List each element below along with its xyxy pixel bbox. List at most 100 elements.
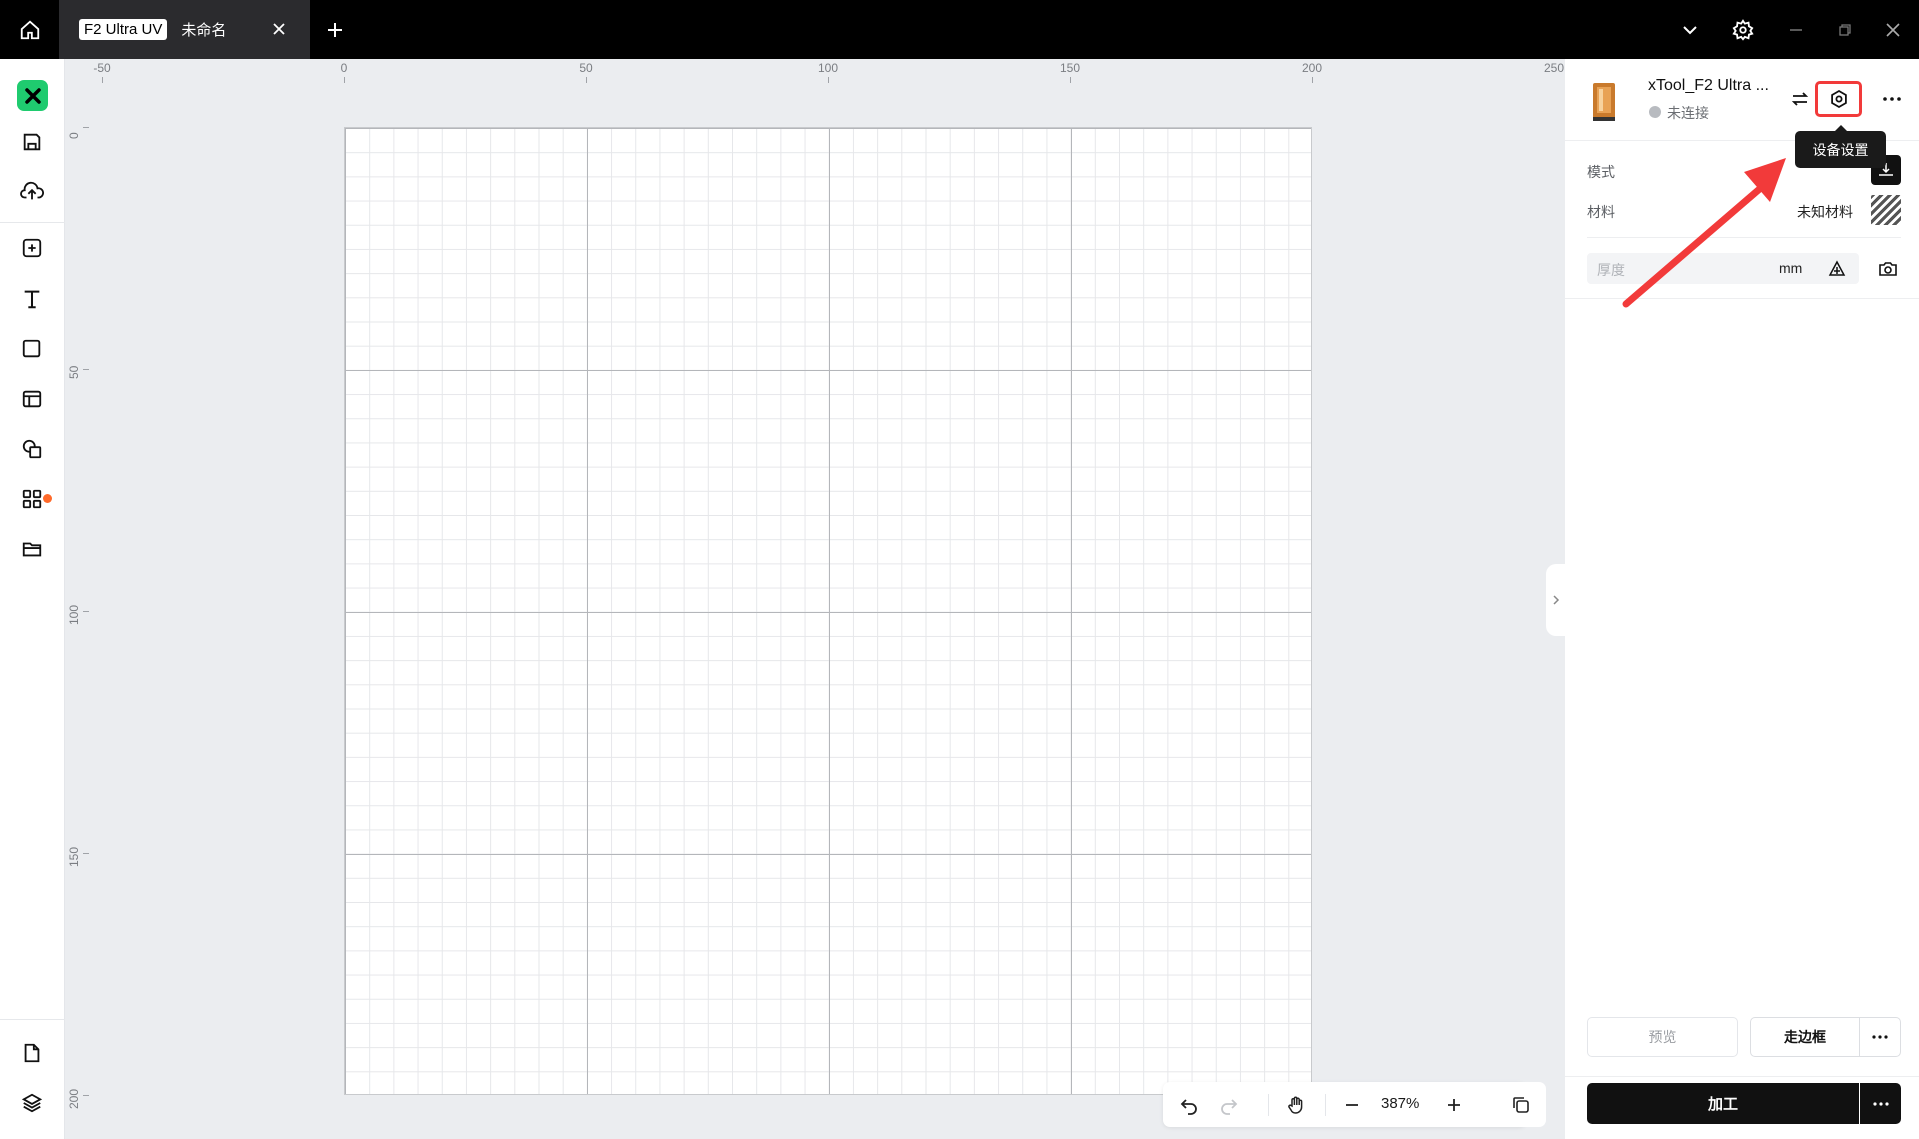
- frame-more-button[interactable]: [1859, 1017, 1901, 1057]
- plus-icon: [1448, 1099, 1460, 1111]
- rectangle-icon: [22, 339, 41, 358]
- ruler-label: 200: [67, 1088, 81, 1109]
- home-icon: [20, 20, 39, 39]
- zoom-level[interactable]: 387%: [1381, 1095, 1419, 1112]
- text-icon: [24, 290, 40, 309]
- close-window-button[interactable]: [1880, 17, 1906, 43]
- home-button[interactable]: [0, 0, 59, 59]
- work-area-grid[interactable]: [344, 127, 1312, 1095]
- layers-icon: [21, 1093, 43, 1113]
- copy-icon: [1513, 1096, 1529, 1113]
- panel-divider: [1565, 1076, 1919, 1077]
- switch-device-button[interactable]: [1787, 86, 1813, 112]
- thickness-placeholder: 厚度: [1597, 262, 1625, 278]
- ruler-label: 200: [1301, 61, 1323, 75]
- undo-icon: [1180, 1099, 1197, 1115]
- insert-button[interactable]: [15, 231, 49, 265]
- thickness-field[interactable]: 厚度 mm: [1587, 253, 1859, 284]
- hand-icon: [1288, 1096, 1303, 1114]
- app-settings-button[interactable]: [1730, 17, 1756, 43]
- minimize-icon: [1790, 29, 1802, 31]
- status-dot: [1649, 106, 1661, 118]
- zoom-in-button[interactable]: [1441, 1092, 1467, 1118]
- more-options-button[interactable]: [1879, 86, 1905, 112]
- shape-tool-button[interactable]: [15, 332, 49, 366]
- auto-measure-icon[interactable]: [1827, 259, 1847, 279]
- ruler-label: 150: [1059, 61, 1081, 75]
- device-settings-button[interactable]: [1815, 81, 1862, 117]
- ruler-vertical: 0 50 100 150 200: [65, 59, 91, 1139]
- camera-button[interactable]: [1875, 256, 1901, 282]
- ruler-label: -50: [93, 61, 111, 75]
- tabs-dropdown-button[interactable]: [1677, 17, 1703, 43]
- cloud-upload-icon: [20, 181, 44, 200]
- thickness-unit: mm: [1779, 260, 1803, 276]
- layout-tool-button[interactable]: [15, 382, 49, 416]
- gear-icon: [1830, 89, 1847, 109]
- xtool-logo-icon: [24, 87, 41, 104]
- redo-button[interactable]: [1216, 1092, 1242, 1118]
- ruler-tick: [586, 77, 587, 83]
- preview-button[interactable]: 预览: [1587, 1017, 1738, 1057]
- pan-tool-button[interactable]: [1283, 1092, 1309, 1118]
- ruler-tick: [1070, 77, 1071, 83]
- toolbar-divider: [0, 222, 65, 223]
- close-icon[interactable]: [270, 20, 288, 38]
- ruler-label: 0: [340, 61, 348, 75]
- document-icon: [24, 1043, 40, 1063]
- save-button[interactable]: [15, 125, 49, 159]
- undo-button[interactable]: [1176, 1092, 1202, 1118]
- copy-button[interactable]: [1496, 1082, 1546, 1127]
- restore-icon: [1839, 24, 1851, 36]
- toolbar-divider: [1268, 1094, 1269, 1116]
- camera-icon: [1879, 262, 1897, 276]
- notification-dot: [43, 494, 52, 503]
- swap-icon: [1791, 92, 1809, 106]
- minimize-button[interactable]: [1783, 17, 1809, 43]
- shapes-icon: [22, 439, 42, 459]
- material-value[interactable]: 未知材料: [1797, 202, 1853, 222]
- ruler-tick: [83, 127, 89, 128]
- minus-icon: [1346, 1104, 1358, 1106]
- more-icon: [1872, 1035, 1888, 1039]
- ruler-label: 150: [67, 846, 81, 867]
- layout-icon: [22, 390, 42, 408]
- device-name[interactable]: xTool_F2 Ultra ...: [1648, 77, 1769, 95]
- restore-button[interactable]: [1832, 17, 1858, 43]
- text-tool-button[interactable]: [15, 282, 49, 316]
- canvas-area[interactable]: -50 0 50 100 150 200 250 0 50 100 150 20…: [65, 59, 1565, 1139]
- ruler-tick: [83, 369, 89, 370]
- panel-collapse-handle[interactable]: [1546, 564, 1565, 636]
- process-button[interactable]: 加工: [1587, 1083, 1859, 1124]
- document-button[interactable]: [15, 1036, 49, 1070]
- xtool-logo[interactable]: [17, 80, 48, 111]
- elements-button[interactable]: [15, 432, 49, 466]
- chevron-right-icon: [1552, 595, 1559, 605]
- folder-button[interactable]: [15, 532, 49, 566]
- tab-file-name: 未命名: [181, 22, 227, 39]
- layers-button[interactable]: [15, 1086, 49, 1120]
- tab-project[interactable]: F2 Ultra UV 未命名: [59, 0, 310, 59]
- upload-button[interactable]: [15, 175, 49, 209]
- ruler-tick: [1312, 77, 1313, 83]
- add-tab-icon[interactable]: [321, 16, 349, 44]
- redo-icon: [1221, 1099, 1238, 1115]
- more-icon: [1883, 97, 1901, 101]
- ruler-label: 250: [1543, 61, 1565, 75]
- ruler-label: 50: [579, 61, 593, 75]
- zoom-out-button[interactable]: [1339, 1092, 1365, 1118]
- frame-button[interactable]: 走边框: [1750, 1017, 1860, 1057]
- folder-icon: [22, 542, 42, 557]
- add-square-icon: [22, 238, 42, 258]
- mode-label: 模式: [1587, 164, 1615, 180]
- material-label: 材料: [1587, 204, 1615, 220]
- chevron-down-icon: [1683, 26, 1697, 35]
- more-icon: [1872, 1101, 1889, 1106]
- panel-divider: [1565, 298, 1919, 299]
- app-window: F2 Ultra UV 未命名 -50 0 50 100 150 200 250…: [0, 0, 1919, 1139]
- ruler-tick: [83, 853, 89, 854]
- material-swatch[interactable]: [1871, 195, 1901, 225]
- apps-grid-icon: [22, 489, 42, 509]
- process-more-button[interactable]: [1860, 1083, 1901, 1124]
- toolbar-divider: [1325, 1094, 1326, 1116]
